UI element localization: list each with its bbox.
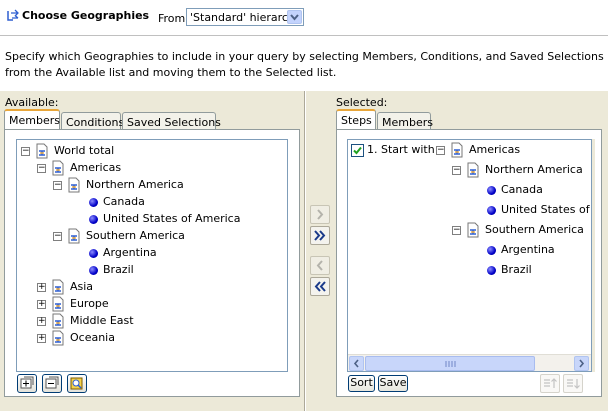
chevron-right-icon (579, 359, 585, 368)
selected-tree[interactable]: 1. Start with − Americas − Northern America… (347, 139, 592, 372)
tree-node-label: Americas (469, 143, 521, 156)
tree-node-label: Middle East (70, 314, 134, 327)
sort-button[interactable]: Sort (348, 375, 375, 392)
collapse-toggle-icon[interactable]: − (452, 226, 461, 235)
instructions-text: Specify which Geographies to include in … (5, 50, 604, 79)
header-divider (0, 35, 608, 36)
expand-toggle-icon[interactable]: + (37, 283, 46, 292)
tree-node-label: Southern America (86, 229, 185, 242)
hierarchy-node-icon (51, 296, 66, 312)
collapse-icon (45, 376, 59, 389)
hierarchy-select-value: 'Standard' hierarchy (190, 11, 302, 24)
expand-icon (20, 376, 34, 389)
double-chevron-left-icon (314, 281, 326, 292)
find-member-button[interactable] (67, 374, 87, 393)
tab-members[interactable]: Members (4, 109, 60, 130)
member-dot-icon (89, 215, 98, 224)
expand-toggle-icon[interactable]: + (37, 334, 46, 343)
tree-node-label: Argentina (103, 246, 157, 259)
move-all-left-button[interactable] (310, 277, 330, 296)
search-icon (70, 377, 83, 390)
member-dot-icon (487, 266, 496, 275)
hierarchy-node-icon (35, 143, 50, 159)
member-dot-icon (89, 198, 98, 207)
expand-toggle-icon[interactable]: + (37, 317, 46, 326)
tree-node-label: Brazil (103, 263, 134, 276)
tree-node-label: Southern America (485, 223, 584, 236)
tree-node-label: Northern America (86, 178, 184, 191)
tree-node-label: World total (54, 144, 115, 157)
hierarchy-node-icon (67, 228, 82, 244)
move-up-button[interactable] (540, 374, 560, 393)
selected-label: Selected: (336, 96, 388, 109)
tree-node-label: Argentina (501, 243, 555, 256)
hierarchy-node-icon (51, 160, 66, 176)
tree-node-label: Canada (103, 195, 145, 208)
hierarchy-node-icon (51, 313, 66, 329)
collapse-toggle-icon[interactable]: − (53, 232, 62, 241)
chevron-left-icon (316, 260, 323, 271)
save-button[interactable]: Save (378, 375, 408, 392)
hierarchy-select[interactable]: 'Standard' hierarchy (186, 8, 304, 26)
collapse-all-button[interactable] (42, 374, 62, 393)
hierarchy-node-icon (51, 279, 66, 295)
hierarchy-node-icon (466, 222, 481, 238)
tree-edge (592, 139, 595, 372)
member-dot-icon (487, 206, 496, 215)
tab-steps[interactable]: Steps (336, 109, 376, 130)
available-label: Available: (5, 96, 59, 109)
collapse-toggle-icon[interactable]: − (37, 164, 46, 173)
scrollbar-thumb[interactable] (365, 356, 535, 371)
chevron-left-icon (353, 359, 359, 368)
tree-node-label: Northern America (485, 163, 583, 176)
tree-node-label: Canada (501, 183, 543, 196)
tree-node-label: Oceania (70, 331, 115, 344)
move-left-button[interactable] (310, 256, 330, 275)
arrow-down-icon (567, 379, 580, 389)
member-dot-icon (487, 186, 496, 195)
panel-divider (304, 91, 306, 411)
member-dot-icon (487, 246, 496, 255)
dialog-title: Choose Geographies (22, 9, 150, 22)
from-label: From: (158, 12, 189, 25)
hierarchy-node-icon (67, 177, 82, 193)
step-checkbox[interactable] (351, 144, 364, 157)
move-down-button[interactable] (563, 374, 583, 393)
scroll-right-button[interactable] (574, 356, 589, 371)
member-dot-icon (89, 249, 98, 258)
step-label: 1. Start with (367, 143, 435, 156)
expand-toggle-icon[interactable]: + (37, 300, 46, 309)
arrow-up-icon (544, 378, 557, 388)
chevron-right-icon (317, 209, 324, 220)
grip-icon (445, 361, 456, 367)
collapse-toggle-icon[interactable]: − (53, 181, 62, 190)
move-right-button[interactable] (310, 205, 330, 224)
double-chevron-right-icon (314, 230, 326, 241)
tree-node-label: Brazil (501, 263, 532, 276)
hierarchy-node-icon (450, 142, 465, 158)
tree-node-label: Americas (70, 161, 122, 174)
move-all-right-button[interactable] (310, 226, 330, 245)
checkmark-icon (353, 146, 362, 155)
collapse-toggle-icon[interactable]: − (21, 147, 30, 156)
hierarchy-node-icon (51, 330, 66, 346)
tree-node-label: United States of America (501, 203, 591, 216)
hierarchy-node-icon (466, 162, 481, 178)
hierarchy-icon (7, 9, 19, 21)
tree-node-label: Europe (70, 297, 109, 310)
horizontal-scrollbar[interactable] (348, 354, 591, 371)
scroll-left-button[interactable] (349, 356, 364, 371)
collapse-toggle-icon[interactable]: − (436, 146, 445, 155)
tree-node-label: United States of America (103, 212, 241, 225)
chevron-down-icon[interactable] (287, 10, 302, 24)
available-tree[interactable]: − World total − Americas − Northern America Ca… (16, 139, 288, 372)
expand-all-button[interactable] (17, 374, 37, 393)
collapse-toggle-icon[interactable]: − (452, 166, 461, 175)
tree-node-label: Asia (70, 280, 94, 293)
member-dot-icon (89, 266, 98, 275)
